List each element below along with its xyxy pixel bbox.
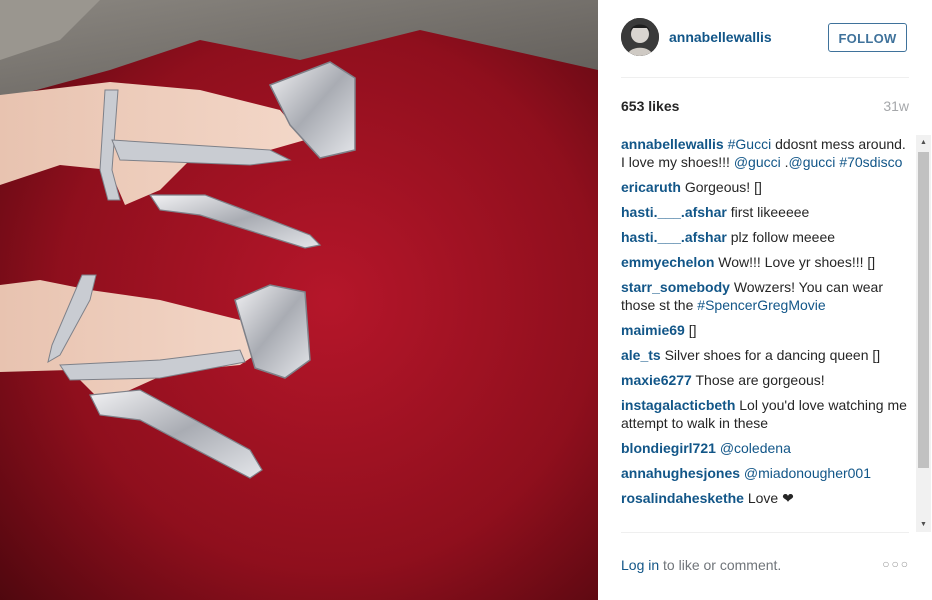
- scroll-up-arrow-icon[interactable]: ▲: [916, 135, 931, 150]
- comment-text: Those are gorgeous!: [695, 372, 825, 388]
- comment-item: hasti.___.afshar plz follow meeee: [621, 228, 913, 246]
- comment-username[interactable]: instagalacticbeth: [621, 397, 735, 413]
- comment-text: first likeeeee: [730, 204, 810, 220]
- comment-tag-link[interactable]: #70sdisco: [839, 154, 902, 170]
- comment-tag-link[interactable]: #Gucci: [728, 136, 772, 152]
- scroll-down-arrow-icon[interactable]: ▼: [916, 517, 931, 532]
- comment-tag-link[interactable]: #SpencerGregMovie: [697, 297, 825, 313]
- follow-button[interactable]: FOLLOW: [828, 23, 907, 52]
- comment-text: Love ❤: [747, 490, 794, 506]
- comment-item: hasti.___.afshar first likeeeee: [621, 203, 913, 221]
- comment-item: ericaruth Gorgeous! []: [621, 178, 913, 196]
- comment-item: maxie6277 Those are gorgeous!: [621, 371, 913, 389]
- comment-username[interactable]: annahughesjones: [621, 465, 740, 481]
- comment-username[interactable]: emmyechelon: [621, 254, 714, 270]
- comment-tag-link[interactable]: @miadonougher001: [744, 465, 871, 481]
- comment-tag-link[interactable]: @coledena: [720, 440, 791, 456]
- comment-item: starr_somebody Wowzers! You can wear tho…: [621, 278, 913, 314]
- comment-item: blondiegirl721 @coledena: [621, 439, 913, 457]
- comment-item: maimie69 []: [621, 321, 913, 339]
- comment-tag-link[interactable]: @gucci: [789, 154, 836, 170]
- comment-text: Gorgeous! []: [684, 179, 762, 195]
- comment-text: .: [780, 154, 789, 170]
- comment-item: instagalacticbeth Lol you'd love watchin…: [621, 396, 913, 432]
- username-link[interactable]: annabellewallis: [669, 29, 772, 45]
- comment-username[interactable]: blondiegirl721: [621, 440, 716, 456]
- comment-text: Wow!!! Love yr shoes!!! []: [718, 254, 876, 270]
- comment-username[interactable]: ericaruth: [621, 179, 681, 195]
- comment-item: emmyechelon Wow!!! Love yr shoes!!! []: [621, 253, 913, 271]
- post-time[interactable]: 31w: [883, 98, 909, 114]
- login-link[interactable]: Log in: [621, 557, 659, 573]
- footer-divider: [621, 532, 909, 533]
- comment-item: ale_ts Silver shoes for a dancing queen …: [621, 346, 913, 364]
- header-divider: [621, 77, 909, 78]
- post-photo[interactable]: [0, 0, 598, 600]
- comment-username[interactable]: maxie6277: [621, 372, 692, 388]
- comment-username[interactable]: ale_ts: [621, 347, 661, 363]
- scrollbar-thumb[interactable]: [918, 152, 929, 468]
- caption: annabellewallis #Gucci ddosnt mess aroun…: [621, 135, 913, 171]
- post-header: annabellewallis FOLLOW: [621, 18, 909, 58]
- comment-text: Silver shoes for a dancing queen []: [664, 347, 881, 363]
- post-sidebar: annabellewallis FOLLOW 653 likes 31w ann…: [598, 0, 932, 600]
- comment-username[interactable]: maimie69: [621, 322, 685, 338]
- comment-item: annahughesjones @miadonougher001: [621, 464, 913, 482]
- comment-username[interactable]: annabellewallis: [621, 136, 724, 152]
- comment-username[interactable]: starr_somebody: [621, 279, 730, 295]
- login-prompt: Log in to like or comment.: [621, 557, 781, 573]
- shoes-photo-image: [0, 0, 598, 600]
- comments-scrollbar[interactable]: ▲ ▼: [916, 135, 931, 532]
- comment-text: []: [688, 322, 697, 338]
- comment-username[interactable]: rosalindaheskethe: [621, 490, 744, 506]
- comments-list: annabellewallis #Gucci ddosnt mess aroun…: [621, 135, 913, 532]
- likes-count[interactable]: 653 likes: [621, 98, 679, 114]
- login-prompt-text: to like or comment.: [659, 557, 782, 573]
- more-options-icon[interactable]: ○○○: [882, 557, 910, 571]
- comment-tag-link[interactable]: @gucci: [734, 154, 781, 170]
- comment-text: plz follow meeee: [730, 229, 836, 245]
- comment-item: rosalindaheskethe Love ❤: [621, 489, 913, 507]
- user-avatar-icon[interactable]: [621, 18, 659, 56]
- comment-username[interactable]: hasti.___.afshar: [621, 229, 727, 245]
- comment-username[interactable]: hasti.___.afshar: [621, 204, 727, 220]
